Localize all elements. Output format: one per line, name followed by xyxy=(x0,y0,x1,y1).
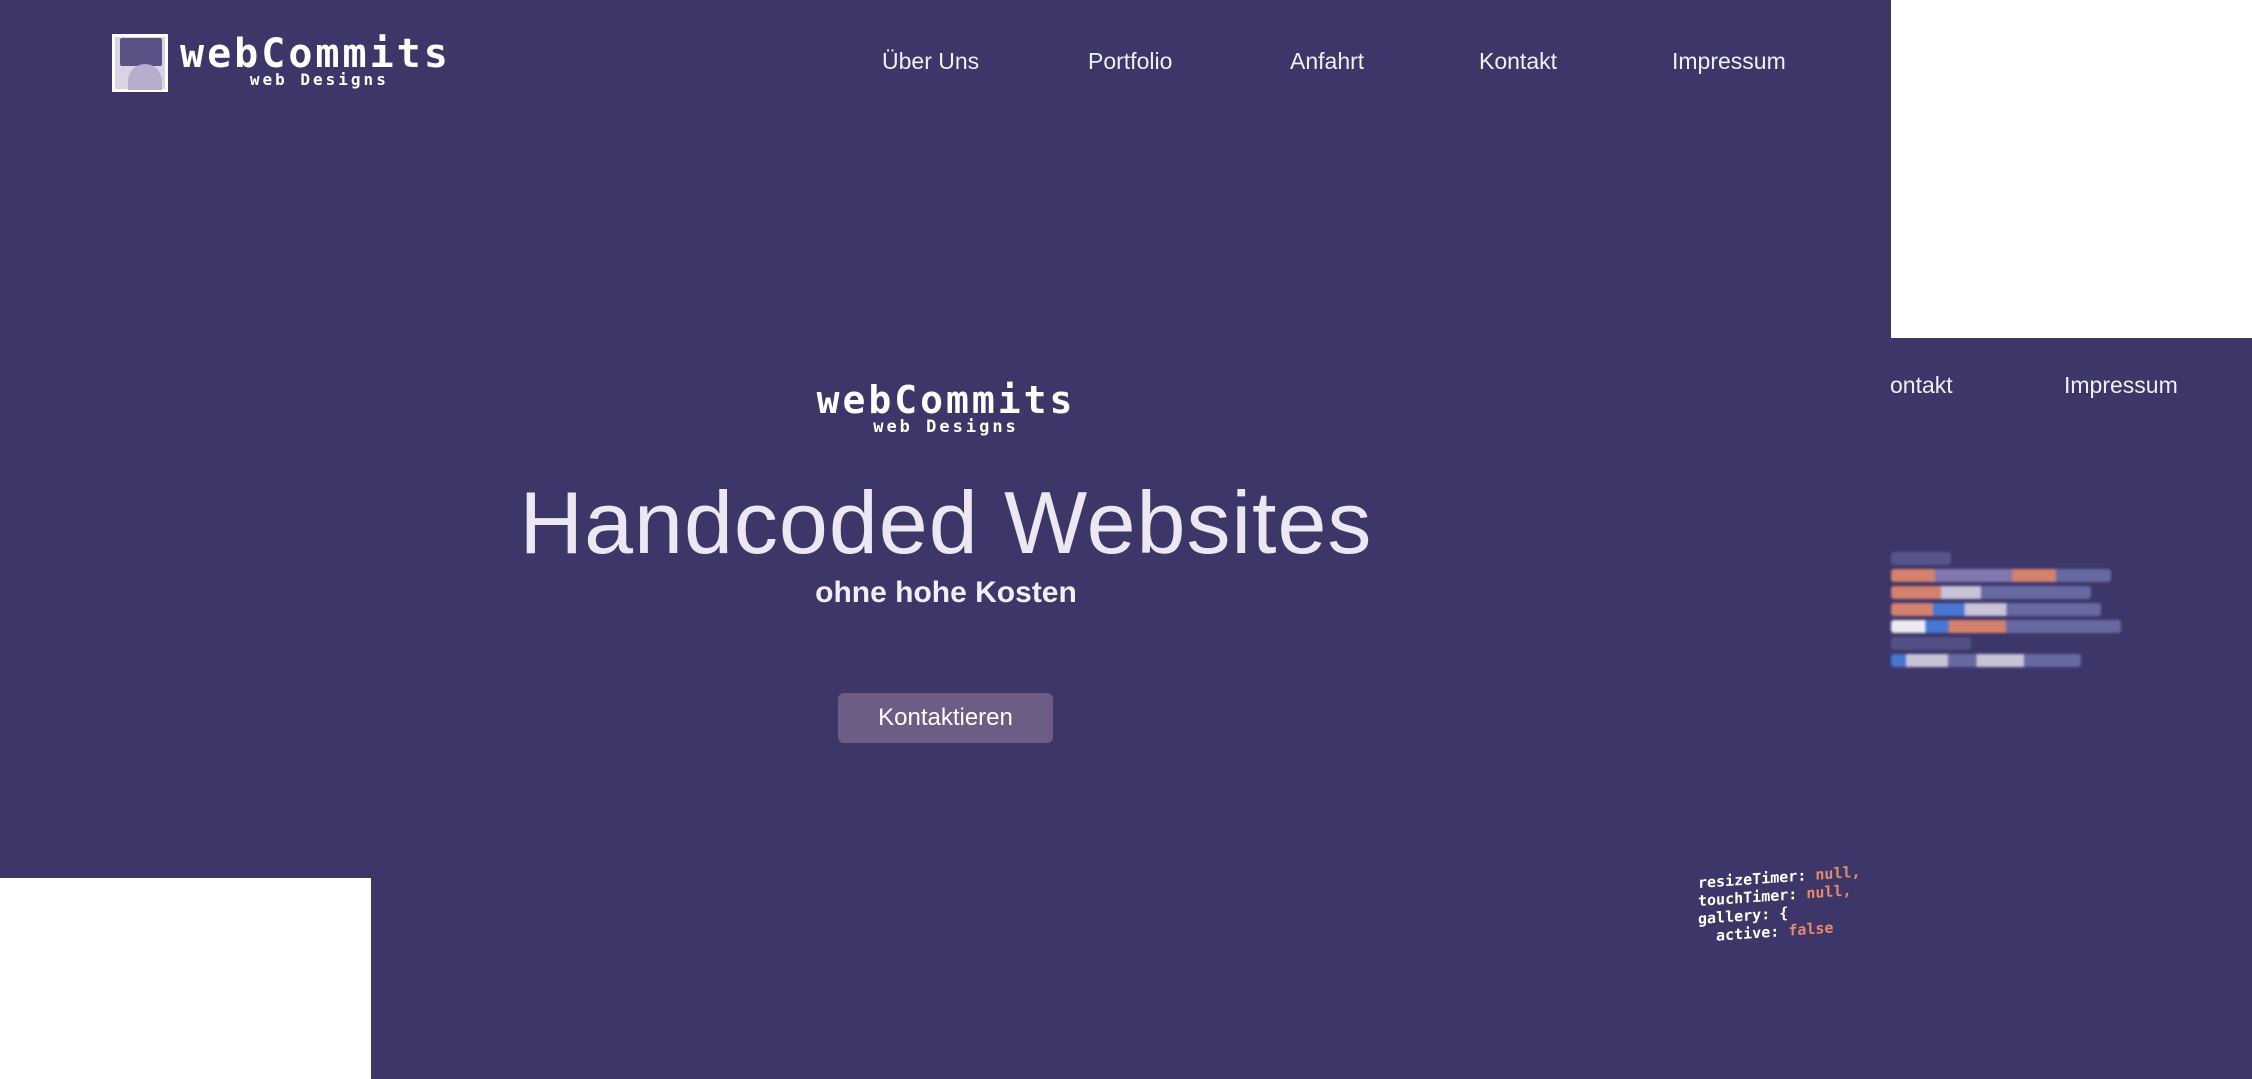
nav-item-impressum[interactable]: Impressum xyxy=(1672,48,1786,75)
nav-duplicate-impressum[interactable]: Impressum xyxy=(2064,372,2178,399)
code-snippet-fragment: resizeTimer: null, touchTimer: null, gal… xyxy=(1698,853,1998,952)
header-logo-link[interactable]: webCommits web Designs xyxy=(112,34,451,92)
nav-item-kontakt[interactable]: Kontakt xyxy=(1479,48,1557,75)
code-image-fragment xyxy=(1891,552,2131,692)
logo-brand-name: webCommits xyxy=(180,31,451,77)
hero-logo: webCommits web Designs xyxy=(817,381,1073,437)
nav-duplicate-kontakt[interactable]: ontakt xyxy=(1890,372,1953,399)
hero-logo-tagline: web Designs xyxy=(873,417,1019,437)
laptop-logo-icon xyxy=(112,34,168,92)
nav-item-portfolio[interactable]: Portfolio xyxy=(1088,48,1172,75)
blank-region-bottom-left xyxy=(0,878,371,1079)
logo-wordmark: webCommits web Designs xyxy=(180,34,451,88)
hero-subtitle: ohne hohe Kosten xyxy=(815,576,1077,609)
hero-logo-brand-name: webCommits xyxy=(816,378,1076,422)
blank-region-top-right xyxy=(1891,0,2252,338)
nav-item-ueber-uns[interactable]: Über Uns xyxy=(882,48,979,75)
nav-item-anfahrt[interactable]: Anfahrt xyxy=(1290,48,1364,75)
page: webCommits web Designs Über Uns Portfoli… xyxy=(0,0,2252,1079)
hero-title: Handcoded Websites xyxy=(519,473,1373,572)
logo-tagline: web Designs xyxy=(249,70,389,89)
contact-cta-button[interactable]: Kontaktieren xyxy=(838,693,1053,743)
